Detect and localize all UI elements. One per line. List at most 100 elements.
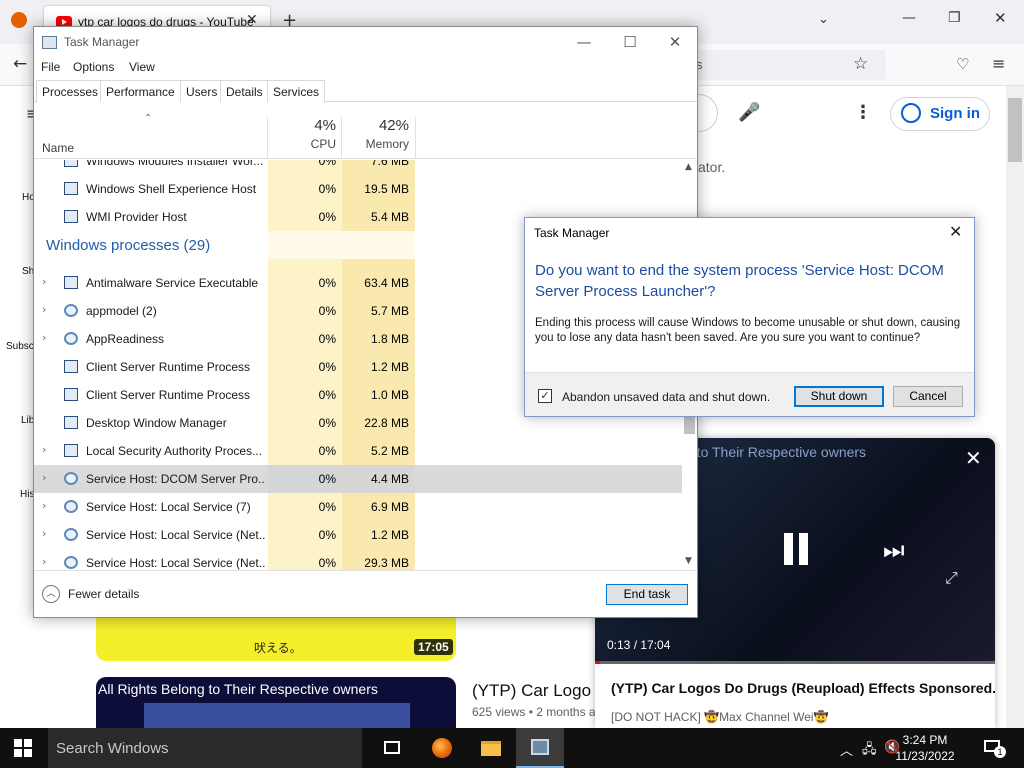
video-thumbnail-2[interactable]: All Rights Belong to Their Respective ow…: [96, 677, 456, 728]
browser-close-icon[interactable]: ✕: [994, 9, 1007, 27]
cancel-button[interactable]: Cancel: [893, 386, 963, 407]
window-icon: [64, 210, 78, 223]
process-name: Antimalware Service Executable: [86, 276, 259, 290]
process-name: Service Host: Local Service (7): [86, 500, 251, 514]
process-cpu: 0%: [318, 472, 336, 486]
expand-chevron-icon[interactable]: ›: [42, 331, 46, 344]
process-memory: 1.0 MB: [370, 388, 409, 402]
table-row[interactable]: › Local Security Authority Proces... 0% 5.2…: [34, 437, 682, 465]
network-icon[interactable]: 🖧: [862, 740, 877, 762]
dialog-question: Do you want to end the system process 'S…: [535, 262, 944, 300]
task-view-icon[interactable]: [368, 728, 416, 768]
window-icon: [64, 360, 78, 373]
process-name: Service Host: Local Service (Net...: [86, 528, 266, 542]
video-title[interactable]: (YTP) Car Logo: [472, 681, 591, 701]
windows-start-icon[interactable]: [14, 739, 32, 757]
video-progress-bar[interactable]: [595, 661, 995, 664]
expand-icon[interactable]: ⤢: [945, 568, 958, 588]
checkbox-label[interactable]: Abandon unsaved data and shut down.: [562, 390, 770, 404]
window-icon: [64, 416, 78, 429]
abandon-data-checkbox[interactable]: ✓: [538, 389, 552, 403]
scroll-up-icon[interactable]: ▲: [685, 162, 692, 172]
back-arrow-icon[interactable]: ←: [13, 54, 27, 74]
table-row[interactable]: › Service Host: DCOM Server Pro... 0% 4.4 M…: [34, 465, 682, 493]
expand-chevron-icon[interactable]: ›: [42, 303, 46, 316]
process-name: Client Server Runtime Process: [86, 388, 251, 402]
column-cpu[interactable]: 4% CPU: [268, 117, 336, 151]
process-memory: 1.8 MB: [370, 332, 409, 346]
mini-player-title[interactable]: (YTP) Car Logos Do Drugs (Reupload) Effe…: [611, 680, 995, 696]
clock-date: 11/23/2022: [895, 749, 955, 763]
expand-chevron-icon[interactable]: ›: [42, 471, 46, 484]
bookmark-star-icon[interactable]: ☆: [853, 54, 868, 74]
close-icon[interactable]: ✕: [949, 222, 962, 241]
tab-users[interactable]: Users: [180, 80, 224, 102]
app-menu-icon[interactable]: ≡: [992, 54, 1005, 73]
browser-restore-icon[interactable]: ❐: [948, 10, 961, 26]
expand-chevron-icon[interactable]: ›: [42, 443, 46, 456]
footer: ︿ Fewer details End task: [34, 570, 697, 617]
sidebar-item-subscriptions[interactable]: Subsc: [6, 341, 34, 352]
fewer-details-link[interactable]: Fewer details: [68, 587, 139, 601]
table-row[interactable]: › Service Host: Local Service (Net... 0% 1.…: [34, 521, 682, 549]
chevron-up-icon[interactable]: ︿: [42, 585, 60, 603]
process-cpu: 0%: [318, 160, 336, 168]
page-scrollbar[interactable]: [1006, 86, 1024, 728]
table-row[interactable]: Windows Modules Installer Wor... 0% 7.6 MB: [34, 160, 682, 175]
menu-file[interactable]: File: [41, 60, 60, 74]
process-cpu: 0%: [318, 444, 336, 458]
scroll-down-icon[interactable]: ▼: [685, 556, 692, 566]
expand-chevron-icon[interactable]: ›: [42, 499, 46, 512]
browser-minimize-icon[interactable]: —: [902, 10, 916, 26]
task-manager-taskbar-icon[interactable]: [516, 728, 564, 768]
pause-icon[interactable]: [784, 533, 808, 565]
shut-down-button[interactable]: Shut down: [794, 386, 884, 407]
more-options-icon[interactable]: ⋮: [854, 102, 872, 123]
microphone-icon[interactable]: 🎤: [738, 102, 760, 123]
scrollbar-thumb[interactable]: [1008, 98, 1022, 162]
firefox-icon[interactable]: [11, 12, 27, 28]
tab-strip: Processes Performance Users Details Serv…: [34, 79, 697, 103]
expand-chevron-icon[interactable]: ›: [42, 275, 46, 288]
maximize-icon[interactable]: ☐: [616, 31, 644, 53]
file-explorer-icon[interactable]: [467, 728, 515, 768]
window-icon: [64, 160, 78, 167]
taskbar-search[interactable]: Search Windows: [48, 728, 362, 768]
sign-in-button[interactable]: Sign in: [890, 97, 990, 131]
column-memory[interactable]: 42% Memory: [342, 117, 409, 151]
list-tabs-chevron-down-icon[interactable]: ⌄: [818, 12, 829, 27]
table-row[interactable]: Windows Shell Experience Host 0% 19.5 MB: [34, 175, 682, 203]
expand-chevron-icon[interactable]: ›: [42, 527, 46, 540]
title-bar[interactable]: Task Manager — ☐ ✕: [34, 27, 697, 57]
firefox-taskbar-icon[interactable]: [418, 728, 466, 768]
show-hidden-icons-chevron-up-icon[interactable]: ︿: [840, 740, 853, 759]
next-icon[interactable]: ⏭: [883, 536, 905, 564]
table-row[interactable]: › Service Host: Local Service (Net... 0% 29…: [34, 549, 682, 570]
pocket-icon[interactable]: ♡: [956, 55, 969, 73]
process-name: Service Host: DCOM Server Pro...: [86, 472, 266, 486]
notification-icon[interactable]: 1: [982, 738, 1006, 758]
close-icon[interactable]: ✕: [661, 31, 689, 53]
gear-icon: [64, 304, 78, 317]
close-icon[interactable]: ✕: [965, 446, 982, 470]
menu-view[interactable]: View: [129, 60, 155, 74]
video-thumbnail-1[interactable]: 吠える。 17:05: [96, 615, 456, 661]
process-name: Windows Modules Installer Wor...: [86, 160, 264, 168]
expand-chevron-icon[interactable]: ›: [42, 555, 46, 568]
window-icon: [64, 276, 78, 289]
tab-services[interactable]: Services: [267, 80, 326, 102]
tab-details[interactable]: Details: [220, 80, 269, 102]
table-row[interactable]: › Service Host: Local Service (7) 0% 6.9 MB: [34, 493, 682, 521]
tab-performance[interactable]: Performance: [100, 80, 181, 102]
end-task-button[interactable]: End task: [606, 584, 688, 605]
thumbnail-image: [144, 703, 410, 728]
menu-options[interactable]: Options: [73, 60, 114, 74]
process-memory: 6.9 MB: [370, 500, 409, 514]
column-name[interactable]: Name: [42, 141, 74, 155]
minimize-icon[interactable]: —: [570, 31, 598, 53]
tab-processes[interactable]: Processes: [36, 80, 105, 103]
process-name: Desktop Window Manager: [86, 416, 227, 430]
system-clock[interactable]: 3:24 PM 11/23/2022: [880, 732, 970, 764]
process-memory: 5.2 MB: [370, 444, 409, 458]
mini-player-channel[interactable]: [DO NOT HACK] 🤠Max Channel Wei🤠: [611, 710, 829, 724]
